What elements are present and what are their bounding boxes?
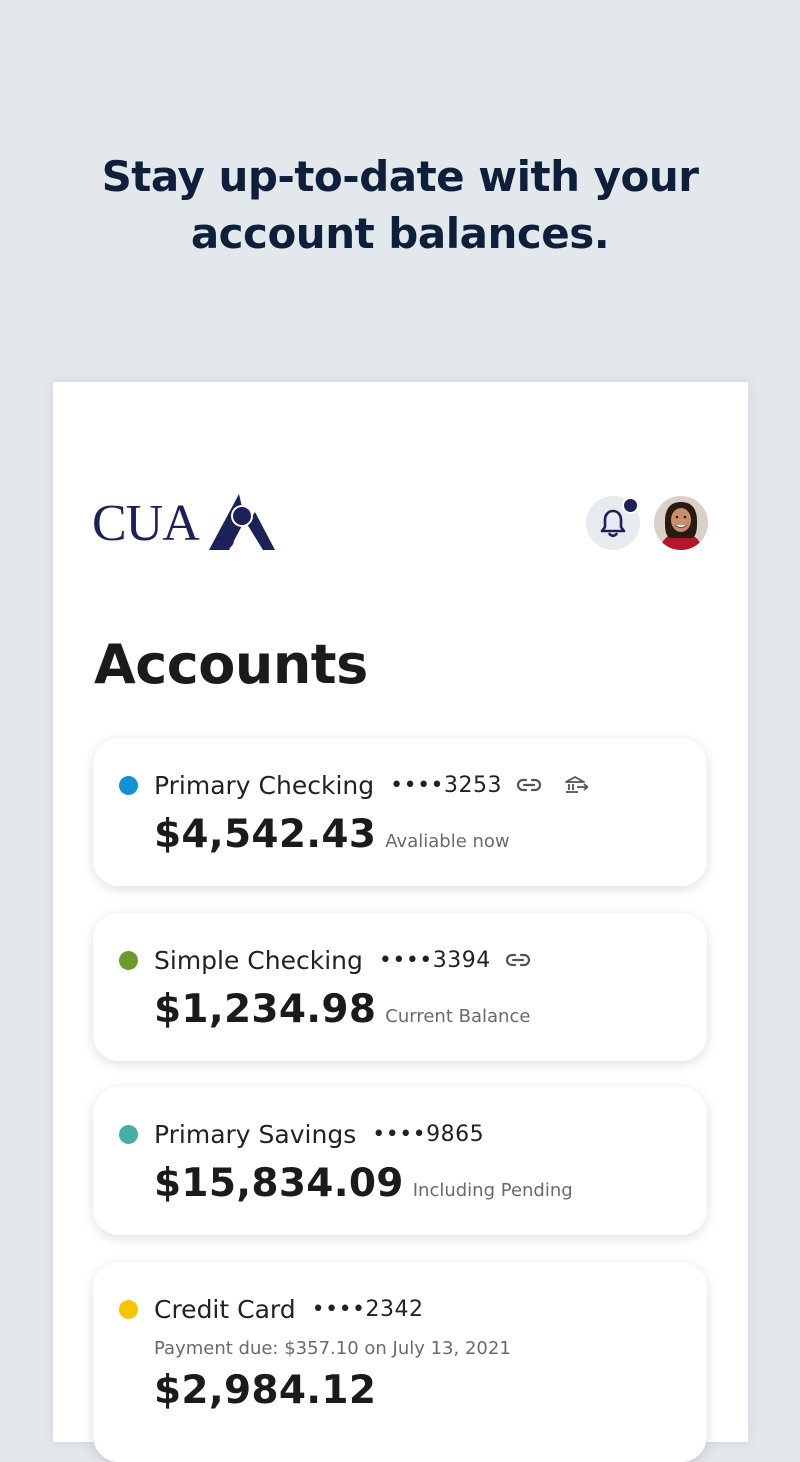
account-balance: $15,834.09 [154,1161,404,1206]
account-card-primary-checking[interactable]: Primary Checking ••••3253 $4,542.43 Aval… [93,738,707,886]
account-number: ••••3253 [390,772,503,798]
account-name: Credit Card [154,1294,296,1324]
notifications-button[interactable] [586,496,640,550]
account-number: ••••2342 [311,1296,424,1322]
account-card-credit-card[interactable]: Credit Card ••••2342 Payment due: $357.1… [93,1262,707,1462]
notification-badge [622,497,639,514]
bank-transfer-icon[interactable] [564,775,590,795]
link-icon[interactable] [505,952,531,968]
account-name: Primary Checking [154,770,375,800]
payment-due-text: Payment due: $357.10 on July 13, 2021 [154,1338,511,1359]
bell-icon [600,509,626,538]
account-card-simple-checking[interactable]: Simple Checking ••••3394 $1,234.98 Curre… [93,913,707,1061]
account-color-dot [119,1299,138,1319]
account-balance: $1,234.98 [154,987,377,1032]
page-title: Accounts [94,633,368,696]
balance-label: Current Balance [385,1006,531,1027]
logo-text: CUA [92,495,200,552]
account-color-dot [119,1124,138,1144]
account-balance: $4,542.43 [154,812,377,857]
link-icon[interactable] [516,777,542,793]
account-card-primary-savings[interactable]: Primary Savings ••••9865 $15,834.09 Incl… [93,1087,707,1235]
headline-line-1: Stay up-to-date with your [101,152,699,201]
account-name: Primary Savings [154,1119,357,1149]
account-name: Simple Checking [154,945,363,975]
profile-avatar[interactable] [654,496,708,550]
account-balance: $2,984.12 [154,1368,377,1413]
marketing-headline: Stay up-to-date with your account balanc… [0,148,800,262]
account-number: ••••3394 [378,947,491,973]
account-color-dot [119,950,138,970]
balance-label: Avaliable now [385,831,510,852]
logo-mark-icon [208,494,275,550]
headline-line-2: account balances. [190,209,610,258]
balance-label: Including Pending [412,1180,573,1201]
account-color-dot [119,775,138,795]
account-number: ••••9865 [372,1121,485,1147]
cua-logo[interactable]: CUA [92,494,275,550]
user-photo [654,496,708,550]
